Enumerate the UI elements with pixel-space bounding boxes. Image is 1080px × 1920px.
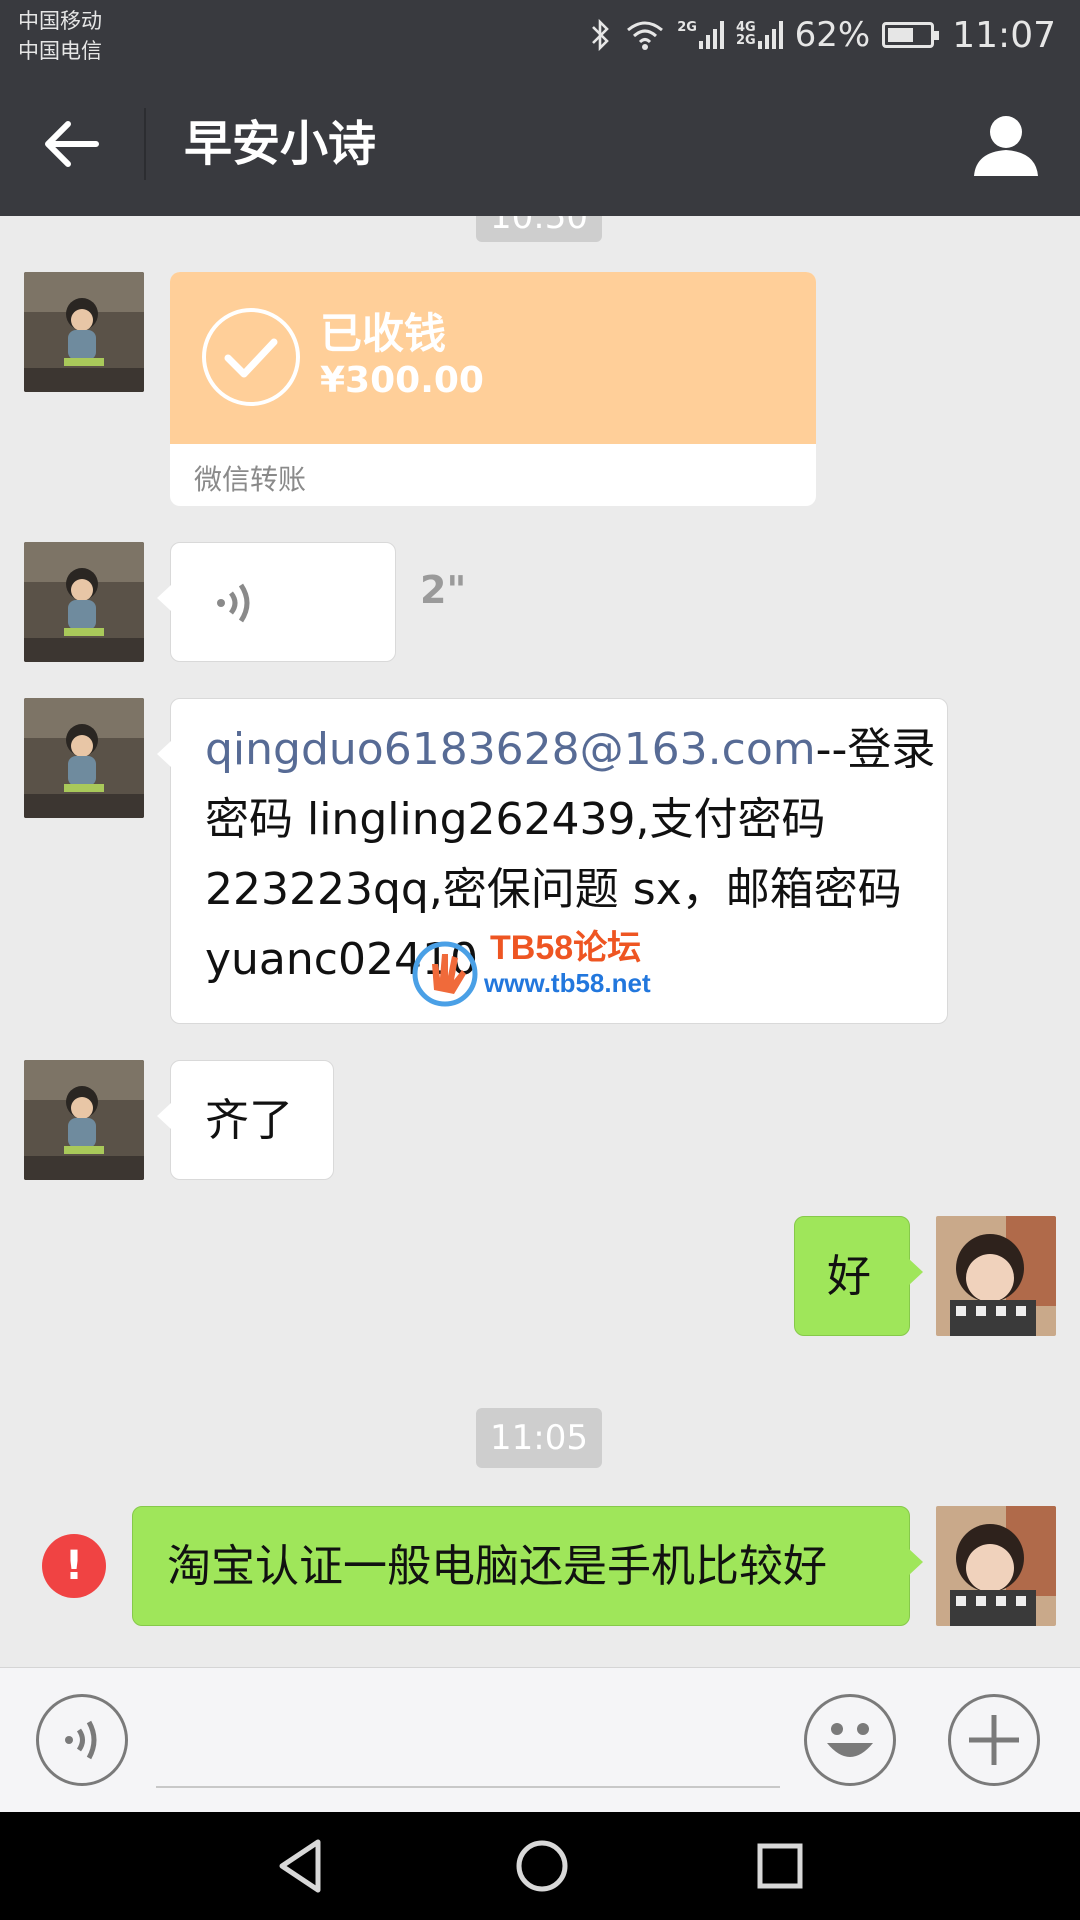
message-line: 223223qq,密保问题 sx，邮箱密码 <box>205 864 902 915</box>
signal-1: 2G <box>677 21 724 49</box>
status-bar: 中国移动 中国电信 2G 4G 2G 62% 11:07 <box>0 0 1080 72</box>
message-text: 齐了 <box>205 1095 293 1146</box>
status-time: 11:07 <box>952 14 1056 56</box>
time-stamp: 10:50 <box>476 216 602 242</box>
back-triangle-icon[interactable] <box>272 1834 332 1898</box>
carrier-1: 中国移动 <box>18 9 102 33</box>
bluetooth-icon <box>592 18 610 52</box>
contact-avatar[interactable] <box>24 1060 144 1180</box>
message-line: --登录 <box>815 724 936 775</box>
chat-title: 早安小诗 <box>184 116 377 172</box>
input-bar <box>0 1667 1080 1812</box>
watermark-title: TB58论坛 <box>490 929 642 967</box>
watermark-url: www.tb58.net <box>484 968 651 998</box>
net-type-1: 2G <box>677 20 697 35</box>
time-stamp: 11:05 <box>476 1408 602 1468</box>
system-nav-bar <box>0 1812 1080 1920</box>
hand-logo-icon <box>412 941 478 1007</box>
emoji-button[interactable] <box>804 1694 896 1786</box>
voice-duration: 2" <box>420 568 467 612</box>
transfer-amount: ¥300.00 <box>320 360 484 401</box>
more-button[interactable] <box>948 1694 1040 1786</box>
contact-avatar[interactable] <box>24 542 144 662</box>
voice-input-icon <box>65 1720 97 1760</box>
email-link[interactable]: qingduo6183628@163.com <box>205 724 816 775</box>
plus-icon <box>969 1715 1019 1765</box>
voice-wave-icon <box>217 583 250 623</box>
text-message-bubble[interactable]: 齐了 <box>157 1060 334 1180</box>
transfer-footer: 微信转账 <box>194 463 307 496</box>
check-circle-icon <box>202 308 300 406</box>
contact-avatar[interactable] <box>24 698 144 818</box>
transfer-status: 已收钱 <box>320 309 447 358</box>
status-icons: 2G 4G 2G 62% 11:07 <box>589 10 1056 60</box>
my-avatar[interactable] <box>936 1506 1056 1626</box>
emoji-icon <box>827 1723 873 1757</box>
sent-message-bubble[interactable]: 淘宝认证一般电脑还是手机比较好 <box>132 1506 923 1626</box>
signal-icon <box>757 21 783 49</box>
voice-input-button[interactable] <box>36 1694 128 1786</box>
sent-message-bubble[interactable]: 好 <box>794 1216 923 1336</box>
message-text: 好 <box>827 1251 871 1302</box>
carrier-info: 中国移动 中国电信 <box>18 6 102 66</box>
signal-icon <box>698 21 724 49</box>
transfer-card[interactable]: 已收钱 ¥300.00 微信转账 <box>170 272 816 506</box>
voice-message-bubble[interactable] <box>157 542 396 662</box>
contact-avatar[interactable] <box>24 272 144 392</box>
battery-icon <box>882 22 940 48</box>
watermark: TB58论坛 www.tb58.net <box>410 920 690 1030</box>
message-text: 淘宝认证一般电脑还是手机比较好 <box>167 1541 827 1592</box>
header-divider <box>144 108 146 180</box>
message-line: 密码 lingling262439,支付密码 <box>205 794 826 845</box>
message-list[interactable]: 10:50 已收钱 ¥300.00 微信转账 2" qingduo6183628… <box>0 216 1080 1666</box>
chat-header: 早安小诗 <box>0 72 1080 216</box>
message-input[interactable] <box>156 1786 780 1788</box>
wifi-icon <box>627 21 664 50</box>
chat-info-button[interactable] <box>968 108 1044 180</box>
arrow-left-icon <box>45 121 99 167</box>
home-circle-icon[interactable] <box>510 1834 574 1898</box>
resend-error-icon[interactable]: ! <box>42 1534 106 1598</box>
person-icon <box>974 116 1038 176</box>
back-button[interactable] <box>30 106 116 182</box>
battery-percent: 62% <box>794 15 871 55</box>
net-type-2-bottom: 2G <box>735 33 756 48</box>
my-avatar[interactable] <box>936 1216 1056 1336</box>
carrier-2: 中国电信 <box>18 39 102 63</box>
recents-square-icon[interactable] <box>748 1834 812 1898</box>
signal-2: 4G 2G <box>736 21 783 49</box>
